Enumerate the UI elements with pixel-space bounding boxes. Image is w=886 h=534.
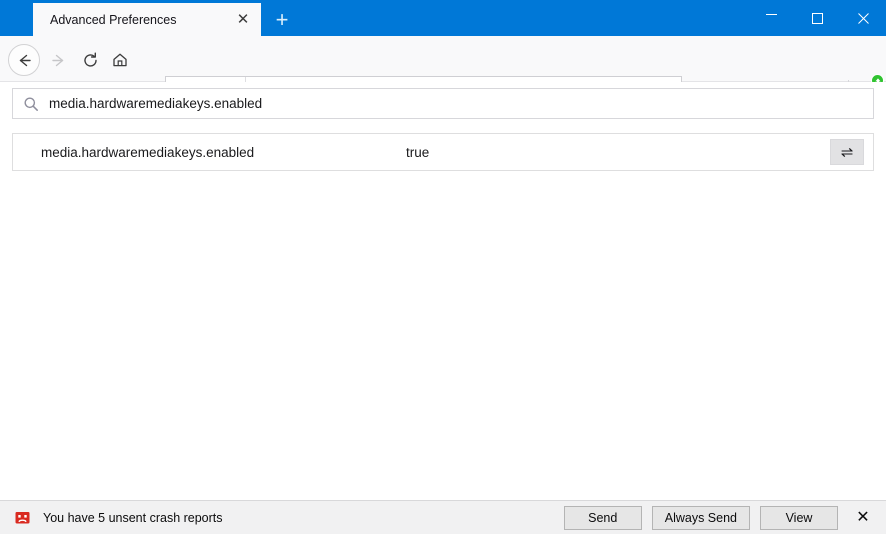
crash-report-icon [14, 509, 31, 526]
window-titlebar: Advanced Preferences ✕ + [0, 0, 886, 36]
new-tab-button[interactable]: + [268, 6, 296, 33]
search-input[interactable]: media.hardwaremediakeys.enabled [12, 88, 874, 119]
view-button[interactable]: View [760, 505, 838, 530]
tab-advanced-preferences[interactable]: Advanced Preferences ✕ [33, 3, 261, 36]
back-button[interactable] [8, 44, 40, 76]
tab-title: Advanced Preferences [50, 12, 177, 27]
reload-button[interactable] [76, 46, 104, 74]
pref-value: true [406, 144, 430, 160]
toggle-button[interactable]: ⇌ [830, 139, 864, 165]
navigation-toolbar: Nightly about:config [0, 36, 886, 106]
notification-actions: Send Always Send View ✕ [554, 505, 886, 530]
send-button[interactable]: Send [563, 505, 642, 530]
pref-name: media.hardwaremediakeys.enabled [41, 144, 255, 160]
tab-close-icon[interactable]: ✕ [231, 8, 255, 32]
table-row[interactable]: media.hardwaremediakeys.enabled true ⇌ [12, 133, 874, 171]
close-icon[interactable] [840, 0, 886, 36]
minimize-icon[interactable] [748, 0, 794, 36]
home-button[interactable] [106, 46, 134, 74]
window-controls [748, 0, 886, 36]
about-config-page: media.hardwaremediakeys.enabled media.ha… [0, 82, 886, 500]
crash-report-notification-bar: You have 5 unsent crash reports Send Alw… [0, 500, 886, 534]
search-icon [13, 96, 49, 112]
notification-message: You have 5 unsent crash reports [43, 510, 223, 525]
forward-button [44, 46, 72, 74]
notification-close-icon[interactable]: ✕ [854, 509, 872, 527]
always-send-button[interactable]: Always Send [651, 505, 750, 530]
search-input-value[interactable]: media.hardwaremediakeys.enabled [49, 96, 262, 111]
maximize-icon[interactable] [794, 0, 840, 36]
